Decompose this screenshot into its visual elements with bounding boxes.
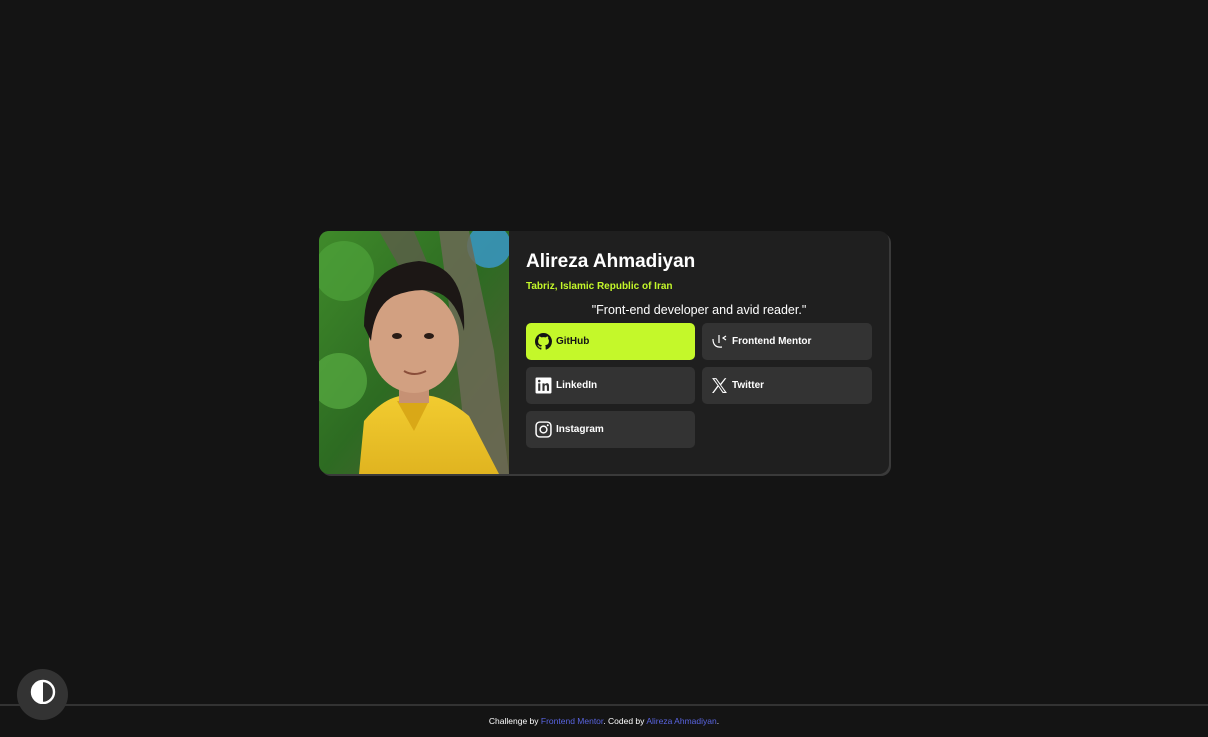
github-icon: [535, 333, 552, 350]
frontend-mentor-link-label: Frontend Mentor: [732, 336, 812, 347]
author-footer-link[interactable]: Alireza Ahmadiyan: [646, 716, 716, 726]
profile-info: Alireza Ahmadiyan Tabriz, Islamic Republ…: [509, 231, 889, 474]
linkedin-link-label: LinkedIn: [556, 380, 598, 391]
profile-card: Alireza Ahmadiyan Tabriz, Islamic Republ…: [319, 231, 889, 474]
instagram-link-label: Instagram: [556, 424, 604, 435]
twitter-link[interactable]: Twitter: [702, 367, 872, 404]
linkedin-link[interactable]: LinkedIn: [526, 367, 695, 404]
profile-bio: "Front-end developer and avid reader.": [591, 303, 807, 317]
profile-name: Alireza Ahmadiyan: [526, 251, 696, 272]
footer-suffix: .: [716, 716, 720, 726]
profile-location: Tabriz, Islamic Republic of Iran: [526, 281, 673, 292]
frontend-mentor-icon: [711, 333, 728, 350]
footer-coded-prefix: . Coded by: [603, 716, 645, 726]
instagram-link[interactable]: Instagram: [526, 411, 695, 448]
github-link-label: GitHub: [556, 336, 590, 347]
frontend-mentor-footer-link[interactable]: Frontend Mentor: [541, 716, 603, 726]
linkedin-icon: [535, 377, 552, 394]
frontend-mentor-link[interactable]: Frontend Mentor: [702, 323, 872, 360]
page: Alireza Ahmadiyan Tabriz, Islamic Republ…: [0, 0, 1208, 737]
social-links: GitHub Frontend Mentor LinkedIn Twitter …: [526, 323, 872, 448]
profile-photo: [319, 231, 509, 474]
x-twitter-icon: [711, 377, 728, 394]
github-link[interactable]: GitHub: [526, 323, 695, 360]
attribution-footer: Challenge by Frontend Mentor. Coded by A…: [0, 704, 1208, 737]
footer-challenge-prefix: Challenge by: [488, 716, 539, 726]
twitter-link-label: Twitter: [732, 380, 765, 391]
instagram-icon: [535, 421, 552, 438]
